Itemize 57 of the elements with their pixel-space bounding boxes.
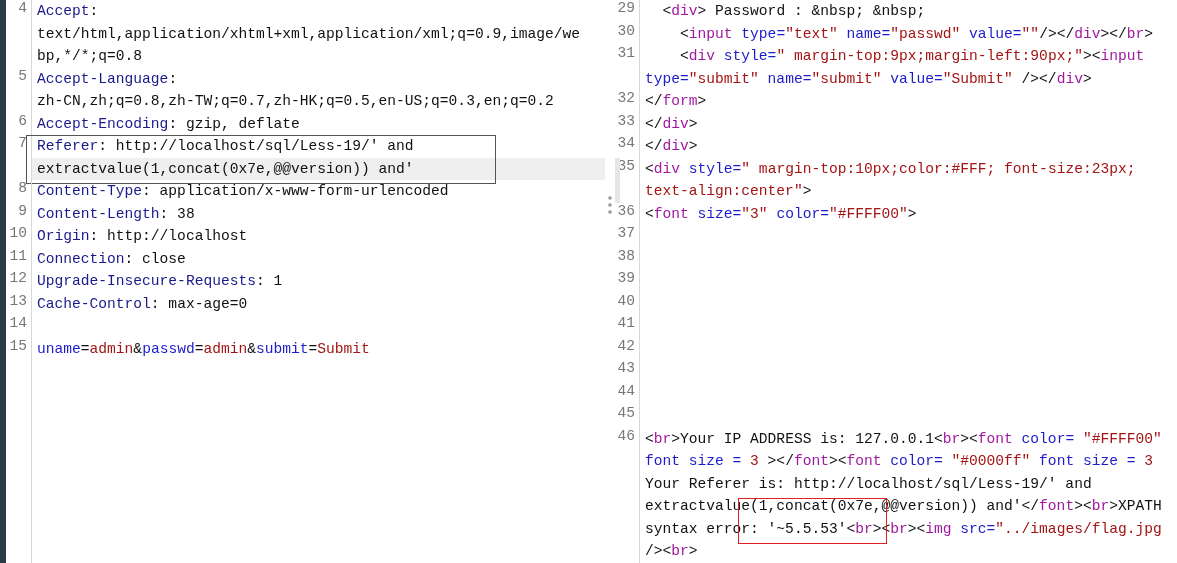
- code-line: Accept:: [36, 2, 100, 21]
- line-number: 10: [6, 225, 32, 248]
- line-number: 11: [6, 247, 32, 270]
- line-number: 5: [6, 67, 32, 113]
- code-line: /><br>: [644, 542, 699, 561]
- line-number: 8: [6, 180, 32, 203]
- code-line: zh-CN,zh;q=0.8,zh-TW;q=0.7,zh-HK;q=0.5,en-US;q=0.3,en;q=0.2: [36, 92, 555, 111]
- line-number: 4: [6, 0, 32, 68]
- code-line: </div>: [644, 114, 699, 134]
- line-number: 34: [615, 135, 640, 158]
- line-number: 36: [615, 202, 640, 225]
- line-number: 45: [615, 405, 640, 428]
- code-line: <font size="3" color="#FFFF00">: [644, 204, 918, 224]
- code-line: <input type="text" name="passwd" value=""/></div></br>: [679, 24, 1154, 44]
- line-number: 31: [615, 45, 640, 90]
- line-number: 9: [6, 202, 32, 225]
- code-line: Your Referer is: http://localhost/sql/Less-19/' and: [644, 474, 1093, 494]
- code-line: <div style=" margin-top:10px;color:#FFF; font-size:23px;: [644, 159, 1137, 179]
- line-number: 39: [615, 270, 640, 293]
- line-number: 32: [615, 90, 640, 113]
- line-number: 44: [615, 382, 640, 405]
- code-line: bp,*/*;q=0.8: [36, 47, 144, 66]
- line-number: 40: [615, 292, 640, 315]
- code-line: Content-Length: 38: [36, 204, 196, 224]
- line-number: 6: [6, 112, 32, 135]
- code-line: Origin: http://localhost: [36, 227, 249, 246]
- line-number: 37: [615, 225, 640, 248]
- line-number: 41: [615, 315, 640, 338]
- line-number: 42: [615, 337, 640, 360]
- line-number: 15: [6, 337, 32, 360]
- line-number: 43: [615, 360, 640, 383]
- code-line: uname=admin&passwd=admin&submit=Submit: [36, 339, 371, 359]
- line-number: 38: [615, 247, 640, 270]
- code-line: text-align:center">: [644, 182, 813, 201]
- line-number: 29: [615, 0, 640, 23]
- code-line: </div>: [644, 137, 699, 156]
- code-line: Content-Type: application/x-www-form-urlencoded: [36, 182, 450, 201]
- code-line: Upgrade-Insecure-Requests: 1: [36, 272, 284, 291]
- line-number: 33: [615, 112, 640, 135]
- line-number: 46: [615, 427, 640, 563]
- code-line: Connection: close: [36, 249, 187, 269]
- code-line: <div style=" margin-top:9px;margin-left:90px;"><input: [679, 47, 1146, 66]
- line-number: 13: [6, 292, 32, 315]
- code-line: Accept-Language:: [36, 69, 179, 89]
- line-number: 12: [6, 270, 32, 293]
- code-line: <div> Password : &nbsp; &nbsp;: [661, 2, 927, 21]
- code-line: text/html,application/xhtml+xml,application/xml;q=0.9,image/we: [36, 24, 581, 44]
- code-line: </form>: [644, 92, 708, 111]
- code-line: type="submit" name="submit" value="Submit" /></div>: [644, 69, 1093, 89]
- code-line: font size = 3 ></font><font color= "#0000ff" font size = 3: [644, 452, 1154, 471]
- code-line: <br>Your IP ADDRESS is: 127.0.0.1<br><font color= "#FFFF00": [644, 429, 1163, 449]
- line-number: 14: [6, 315, 32, 338]
- code-line: Referer: http://localhost/sql/Less-19/' and: [36, 137, 415, 156]
- drag-handle-icon[interactable]: [608, 195, 612, 215]
- line-number: 30: [615, 22, 640, 45]
- code-line: Accept-Encoding: gzip, deflate: [36, 114, 301, 134]
- code-line: Cache-Control: max-age=0: [36, 294, 249, 314]
